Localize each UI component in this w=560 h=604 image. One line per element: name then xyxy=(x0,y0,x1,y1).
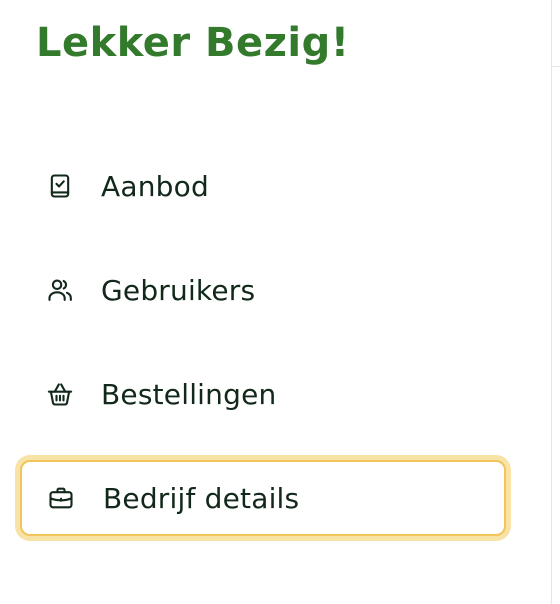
sidebar-item-label: Bestellingen xyxy=(101,377,277,411)
briefcase-icon xyxy=(47,484,75,512)
sidebar-item-gebruikers[interactable]: Gebruikers xyxy=(20,252,506,328)
sidebar-nav: Aanbod Gebruikers Bestellingen Bedrijf d… xyxy=(0,0,551,604)
app-page: Lekker Bezig! Aanbod Gebruikers Bestelli… xyxy=(0,0,560,604)
users-icon xyxy=(46,276,74,304)
checklist-book-icon xyxy=(46,172,74,200)
sidebar-item-bedrijf-details[interactable]: Bedrijf details xyxy=(20,460,506,536)
header-divider xyxy=(552,66,560,67)
basket-icon xyxy=(46,380,74,408)
sidebar-item-aanbod[interactable]: Aanbod xyxy=(20,148,506,224)
sidebar-item-bestellingen[interactable]: Bestellingen xyxy=(20,356,506,432)
sidebar-divider xyxy=(551,0,552,604)
sidebar-item-label: Aanbod xyxy=(101,169,209,203)
sidebar-item-label: Gebruikers xyxy=(101,273,256,307)
sidebar-item-label: Bedrijf details xyxy=(103,481,300,515)
